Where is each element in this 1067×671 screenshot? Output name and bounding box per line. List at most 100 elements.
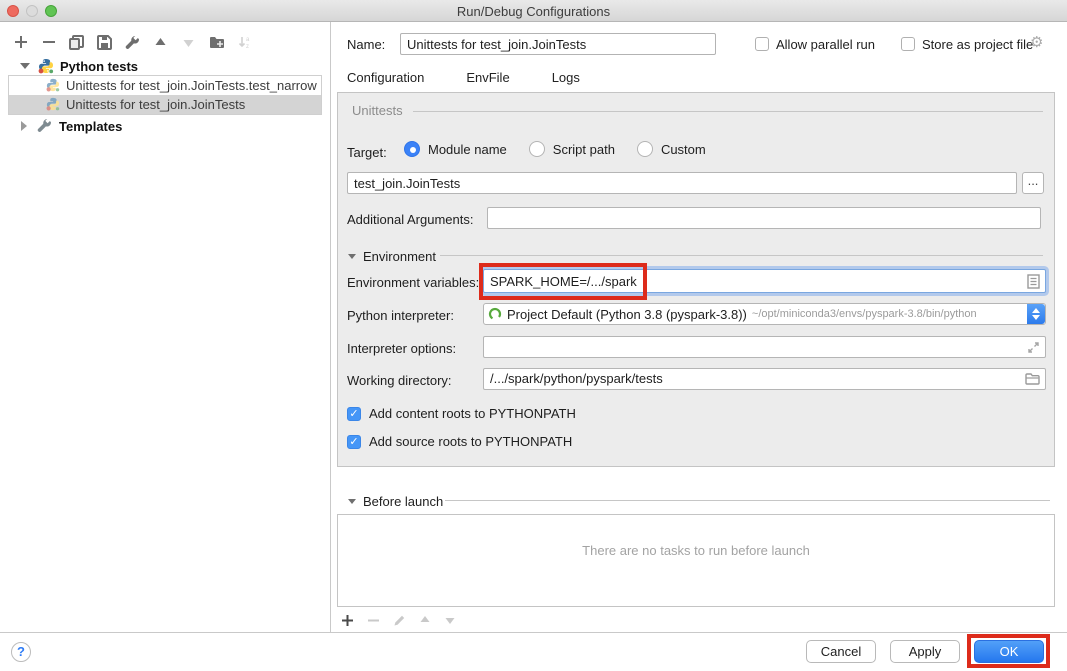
copy-icon[interactable] xyxy=(68,34,85,51)
allow-parallel-run-label: Allow parallel run xyxy=(776,37,875,52)
move-down-icon xyxy=(180,34,197,51)
expand-icon[interactable] xyxy=(1027,341,1040,354)
move-up-icon[interactable] xyxy=(152,34,169,51)
environment-section-title: Environment xyxy=(363,249,436,264)
edit-templates-icon[interactable] xyxy=(124,34,141,51)
title-bar: Run/Debug Configurations xyxy=(0,0,1067,22)
combo-arrows-icon[interactable] xyxy=(1027,304,1045,324)
working-directory-input[interactable]: /.../spark/python/pyspark/tests xyxy=(483,368,1046,390)
store-as-project-file-label: Store as project file xyxy=(922,37,1033,52)
cancel-button[interactable]: Cancel xyxy=(806,640,876,663)
add-source-roots-label: Add source roots to PYTHONPATH xyxy=(369,434,572,449)
section-divider xyxy=(413,111,1043,112)
environment-section-header[interactable]: Environment xyxy=(348,249,436,264)
remove-icon[interactable] xyxy=(40,34,57,51)
add-source-roots-checkbox[interactable]: ✓ xyxy=(347,435,361,449)
working-directory-value: /.../spark/python/pyspark/tests xyxy=(490,371,663,386)
unittests-section-title: Unittests xyxy=(352,103,403,118)
tree-item-label: Unittests for test_join.JoinTests.test_n… xyxy=(66,78,317,93)
name-input[interactable] xyxy=(400,33,716,55)
target-input[interactable] xyxy=(347,172,1017,194)
remove-task-icon xyxy=(367,614,380,627)
ok-button[interactable]: OK xyxy=(974,640,1044,663)
add-icon[interactable] xyxy=(12,34,29,51)
empty-tasks-message: There are no tasks to run before launch xyxy=(338,543,1054,558)
target-radio-group: Module name Script path Custom xyxy=(404,141,720,157)
radio-module-name-label: Module name xyxy=(428,142,507,157)
browse-button[interactable]: ... xyxy=(1022,172,1044,194)
allow-parallel-run-checkbox[interactable] xyxy=(755,37,769,51)
environment-variables-label: Environment variables: xyxy=(347,275,479,290)
radio-custom[interactable] xyxy=(637,141,653,157)
tree-item-python-tests[interactable]: Python tests xyxy=(0,56,330,76)
before-launch-toolbar xyxy=(341,611,456,629)
edit-task-icon xyxy=(393,614,406,627)
move-task-down-icon xyxy=(444,614,456,626)
python-test-icon xyxy=(46,97,62,113)
edit-variables-icon[interactable] xyxy=(1027,274,1040,289)
radio-module-name[interactable] xyxy=(404,141,420,157)
add-content-roots-label: Add content roots to PYTHONPATH xyxy=(369,406,576,421)
tree-item-label: Templates xyxy=(59,119,122,134)
store-as-project-file-checkbox[interactable] xyxy=(901,37,915,51)
name-label: Name: xyxy=(347,37,385,52)
python-interpreter-path: ~/opt/miniconda3/envs/pyspark-3.8/bin/py… xyxy=(752,308,977,320)
new-folder-icon[interactable] xyxy=(208,34,225,51)
add-content-roots-checkbox[interactable]: ✓ xyxy=(347,407,361,421)
footer-divider xyxy=(0,632,1067,633)
configurations-toolbar: az xyxy=(12,32,253,52)
apply-button[interactable]: Apply xyxy=(890,640,960,663)
tree-item-label: Unittests for test_join.JoinTests xyxy=(66,97,245,112)
section-divider xyxy=(445,500,1050,501)
source-roots-row: ✓ Add source roots to PYTHONPATH xyxy=(347,434,572,449)
target-label: Target: xyxy=(347,145,387,160)
radio-script-path[interactable] xyxy=(529,141,545,157)
run-debug-configurations-dialog: Run/Debug Configurations az Python tests xyxy=(0,0,1067,671)
content-roots-row: ✓ Add content roots to PYTHONPATH xyxy=(347,406,576,421)
interpreter-options-input[interactable] xyxy=(483,336,1046,358)
section-divider xyxy=(440,255,1043,256)
working-directory-label: Working directory: xyxy=(347,373,452,388)
svg-text:a: a xyxy=(246,37,250,43)
python-interpreter-value: Project Default (Python 3.8 (pyspark-3.8… xyxy=(507,307,747,322)
gear-icon[interactable]: ⚙ xyxy=(1030,33,1043,51)
tab-logs[interactable]: Logs xyxy=(542,66,590,95)
before-launch-task-list[interactable]: There are no tasks to run before launch xyxy=(337,514,1055,607)
panel-divider xyxy=(330,22,331,632)
additional-arguments-input[interactable] xyxy=(487,207,1041,229)
window-title: Run/Debug Configurations xyxy=(0,4,1067,19)
tree-item-label: Python tests xyxy=(60,59,138,74)
tab-envfile[interactable]: EnvFile xyxy=(456,66,519,95)
tab-bar: Configuration EnvFile Logs xyxy=(337,66,590,95)
environment-variables-input[interactable]: SPARK_HOME=/.../spark xyxy=(483,269,1046,293)
additional-arguments-label: Additional Arguments: xyxy=(347,212,473,227)
chevron-right-icon[interactable] xyxy=(21,121,27,131)
before-launch-title: Before launch xyxy=(363,494,443,509)
tree-item-unittests-jointests[interactable]: Unittests for test_join.JoinTests xyxy=(9,95,321,114)
conda-env-icon xyxy=(488,307,502,321)
tree-children-group: Unittests for test_join.JoinTests.test_n… xyxy=(8,75,322,115)
tree-item-templates[interactable]: Templates xyxy=(0,116,330,136)
sort-icon: az xyxy=(236,34,253,51)
add-task-icon[interactable] xyxy=(341,614,354,627)
python-tests-icon xyxy=(38,58,54,74)
interpreter-options-label: Interpreter options: xyxy=(347,341,456,356)
before-launch-section-header[interactable]: Before launch xyxy=(348,494,443,509)
chevron-down-icon[interactable] xyxy=(348,499,356,504)
chevron-down-icon[interactable] xyxy=(348,254,356,259)
move-task-up-icon xyxy=(419,614,431,626)
python-interpreter-label: Python interpreter: xyxy=(347,308,454,323)
tree-item-unittests-test-narrow[interactable]: Unittests for test_join.JoinTests.test_n… xyxy=(9,76,321,95)
folder-icon[interactable] xyxy=(1025,372,1040,385)
chevron-down-icon[interactable] xyxy=(20,63,30,69)
wrench-icon xyxy=(37,118,53,134)
help-button[interactable]: ? xyxy=(11,642,31,662)
python-interpreter-select[interactable]: Project Default (Python 3.8 (pyspark-3.8… xyxy=(483,303,1046,325)
radio-custom-label: Custom xyxy=(661,142,706,157)
save-icon[interactable] xyxy=(96,34,113,51)
svg-text:z: z xyxy=(246,44,249,50)
tab-configuration[interactable]: Configuration xyxy=(337,66,434,95)
environment-variables-value: SPARK_HOME=/.../spark xyxy=(490,274,637,289)
radio-script-path-label: Script path xyxy=(553,142,615,157)
python-test-icon xyxy=(46,78,62,94)
